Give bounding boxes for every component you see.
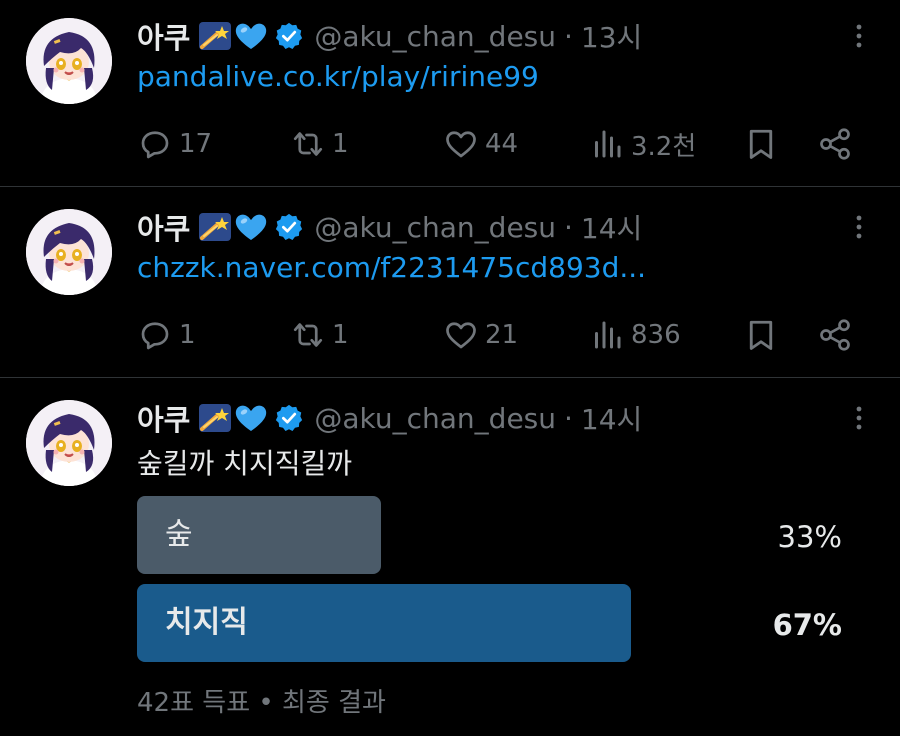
more-icon[interactable] bbox=[854, 404, 864, 432]
avatar-image bbox=[26, 209, 112, 295]
like-count: 44 bbox=[485, 129, 519, 159]
poll-option-percent: 33% bbox=[777, 520, 842, 554]
tweet-link[interactable]: chzzk.naver.com/f2231475cd893d... bbox=[137, 251, 646, 284]
tweet-time[interactable]: 14시 bbox=[581, 398, 642, 438]
like-button[interactable]: 44 bbox=[443, 124, 518, 164]
retweet-button[interactable]: 1 bbox=[290, 124, 349, 164]
author-name[interactable]: 아쿠 bbox=[137, 397, 190, 439]
like-icon bbox=[443, 126, 479, 162]
blue-heart-emoji bbox=[234, 212, 268, 242]
retweet-count: 1 bbox=[332, 320, 349, 350]
verified-badge-icon[interactable] bbox=[274, 21, 304, 51]
reply-icon bbox=[137, 317, 173, 353]
tweet[interactable]: 아쿠 @aku_chan_desu · 14시 chzzk.naver.com/… bbox=[0, 187, 900, 377]
share-button[interactable] bbox=[817, 315, 859, 355]
shooting-star-emoji bbox=[198, 21, 232, 51]
more-icon[interactable] bbox=[854, 213, 864, 241]
separator-dot: · bbox=[564, 19, 573, 53]
retweet-count: 1 bbox=[332, 129, 349, 159]
separator-dot: · bbox=[564, 401, 573, 435]
tweet-header: 아쿠 @aku_chan_desu · 14시 bbox=[137, 398, 642, 438]
separator-dot: · bbox=[564, 210, 573, 244]
blue-heart-emoji bbox=[234, 21, 268, 51]
verified-badge-icon[interactable] bbox=[274, 212, 304, 242]
timeline-feed: 아쿠 @aku_chan_desu · 13시 pandalive.co.kr/… bbox=[0, 0, 900, 736]
like-count: 21 bbox=[485, 320, 519, 350]
bookmark-icon bbox=[743, 126, 779, 162]
tweet-header: 아쿠 @aku_chan_desu · 14시 bbox=[137, 207, 642, 247]
reply-button[interactable]: 1 bbox=[137, 315, 196, 355]
poll-option-bar: 치지직 bbox=[137, 584, 631, 662]
author-handle[interactable]: @aku_chan_desu bbox=[314, 211, 556, 244]
retweet-icon bbox=[290, 126, 326, 162]
shooting-star-emoji bbox=[198, 403, 232, 433]
author-handle[interactable]: @aku_chan_desu bbox=[314, 402, 556, 435]
reply-count: 17 bbox=[179, 129, 213, 159]
like-button[interactable]: 21 bbox=[443, 315, 518, 355]
avatar-image bbox=[26, 400, 112, 486]
bookmark-button[interactable] bbox=[743, 315, 785, 355]
author-handle[interactable]: @aku_chan_desu bbox=[314, 20, 556, 53]
bookmark-icon bbox=[743, 317, 779, 353]
action-bar: 1 1 21 836 bbox=[137, 315, 857, 355]
blue-heart-emoji bbox=[234, 403, 268, 433]
views-button[interactable]: 836 bbox=[589, 315, 681, 355]
avatar[interactable] bbox=[26, 209, 112, 295]
poll-results-summary: 42표 득표 • 최종 결과 bbox=[137, 688, 386, 718]
avatar[interactable] bbox=[26, 400, 112, 486]
reply-icon bbox=[137, 126, 173, 162]
shooting-star-emoji bbox=[198, 212, 232, 242]
tweet-time[interactable]: 13시 bbox=[581, 16, 642, 56]
more-icon[interactable] bbox=[854, 22, 864, 50]
action-bar: 17 1 44 3.2천 bbox=[137, 124, 857, 164]
bookmark-button[interactable] bbox=[743, 124, 785, 164]
share-icon bbox=[817, 126, 853, 162]
verified-badge-icon[interactable] bbox=[274, 403, 304, 433]
share-icon bbox=[817, 317, 853, 353]
views-count: 836 bbox=[631, 320, 681, 350]
poll-option-percent: 67% bbox=[772, 608, 842, 642]
poll-option-bar: 숲 bbox=[137, 496, 381, 574]
tweet-time[interactable]: 14시 bbox=[581, 207, 642, 247]
tweet-link[interactable]: pandalive.co.kr/play/ririne99 bbox=[137, 60, 539, 93]
views-icon bbox=[589, 317, 625, 353]
avatar[interactable] bbox=[26, 18, 112, 104]
reply-count: 1 bbox=[179, 320, 196, 350]
author-name[interactable]: 아쿠 bbox=[137, 15, 190, 57]
like-icon bbox=[443, 317, 479, 353]
views-icon bbox=[589, 126, 625, 162]
avatar-image bbox=[26, 18, 112, 104]
share-button[interactable] bbox=[817, 124, 859, 164]
poll-option-label: 숲 bbox=[165, 517, 193, 552]
retweet-icon bbox=[290, 317, 326, 353]
retweet-button[interactable]: 1 bbox=[290, 315, 349, 355]
poll-option-label: 치지직 bbox=[165, 605, 248, 640]
views-button[interactable]: 3.2천 bbox=[589, 124, 696, 164]
tweet-text: 숲킬까 치지직킬까 bbox=[137, 447, 352, 480]
tweet-header: 아쿠 @aku_chan_desu · 13시 bbox=[137, 16, 642, 56]
author-name[interactable]: 아쿠 bbox=[137, 206, 190, 248]
tweet[interactable]: 아쿠 @aku_chan_desu · 13시 pandalive.co.kr/… bbox=[0, 0, 900, 187]
tweet[interactable]: 아쿠 @aku_chan_desu · 14시 숲킬까 치지직킬까 숲 33% … bbox=[0, 378, 900, 736]
reply-button[interactable]: 17 bbox=[137, 124, 212, 164]
views-count: 3.2천 bbox=[631, 131, 697, 162]
